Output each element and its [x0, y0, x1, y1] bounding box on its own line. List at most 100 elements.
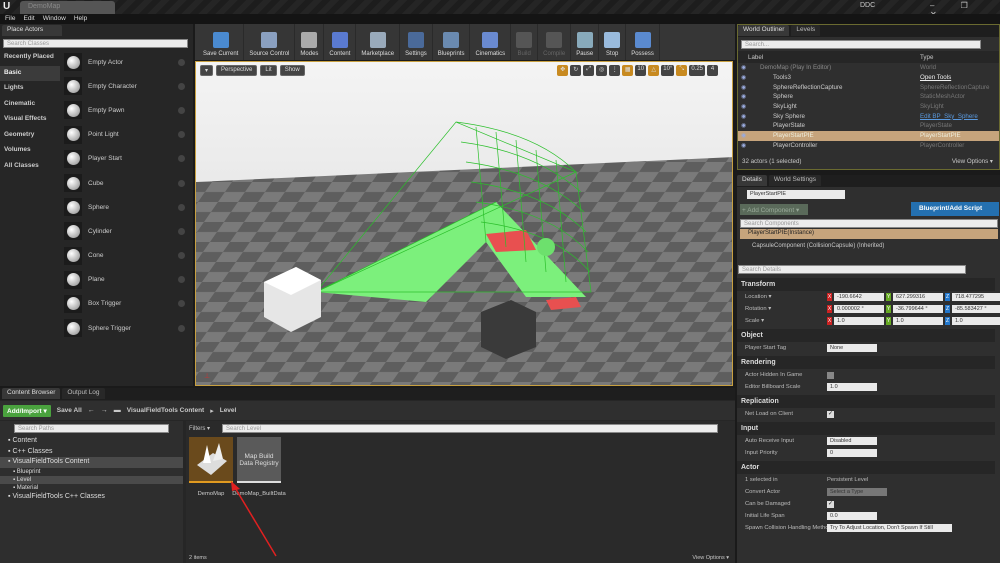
visibility-eye-icon[interactable]: ◉	[738, 142, 750, 149]
help-icon[interactable]	[178, 203, 185, 211]
save-all-button[interactable]: Save All	[57, 407, 82, 414]
help-icon[interactable]	[178, 300, 185, 308]
folder-tree-item[interactable]: ▪ Material	[0, 484, 183, 492]
category-volumes[interactable]: Volumes	[0, 143, 60, 159]
help-icon[interactable]	[178, 58, 185, 66]
outliner-row-type[interactable]: Edit BP_Sky_Sphere	[920, 113, 978, 120]
outliner-row[interactable]: ◉ SkyLight SkyLight	[738, 102, 999, 112]
spawn-collision-dropdown[interactable]: Try To Adjust Location, Don't Spawn If S…	[827, 524, 952, 539]
outliner-row[interactable]: ◉ Sky Sphere Edit BP_Sky_Sphere	[738, 111, 999, 121]
actor-item[interactable]: Cone	[61, 244, 191, 268]
visibility-eye-icon[interactable]: ◉	[738, 113, 750, 120]
outliner-row[interactable]: ◉ PlayerController PlayerController	[738, 141, 999, 151]
camera-speed[interactable]: 4	[707, 65, 718, 76]
rotation-z[interactable]: -85.583427 °	[952, 305, 1000, 313]
rotation-snap-icon[interactable]: △	[648, 65, 660, 76]
filters-button[interactable]: Filters ▾	[189, 425, 210, 432]
section-input[interactable]: Input	[737, 422, 995, 435]
help-icon[interactable]	[178, 252, 185, 260]
category-lights[interactable]: Lights	[0, 81, 60, 97]
toolbar-settings-button[interactable]: Settings	[400, 24, 433, 60]
toolbar-stop-button[interactable]: Stop	[599, 24, 627, 60]
player-start-tag-input[interactable]: None	[827, 344, 877, 352]
category-visual-effects[interactable]: Visual Effects	[0, 112, 60, 128]
toolbar-blueprints-button[interactable]: Blueprints	[433, 24, 471, 60]
location-label[interactable]: Location ▾	[745, 294, 771, 300]
map-tab[interactable]: DemoMap	[20, 1, 115, 14]
help-icon[interactable]	[178, 106, 185, 114]
actor-item[interactable]: Cylinder	[61, 219, 191, 243]
world-local-icon[interactable]: ◎	[596, 65, 608, 76]
back-icon[interactable]: ←	[88, 407, 95, 414]
outliner-row-type[interactable]: Open Tools	[920, 74, 951, 81]
blueprint-add-script-button[interactable]: Blueprint/Add Script	[911, 202, 999, 216]
scale-snap-value[interactable]: 0.25	[689, 65, 705, 76]
category-recently-placed[interactable]: Recently Placed	[0, 50, 60, 66]
scale-label[interactable]: Scale ▾	[745, 318, 764, 324]
search-level-input[interactable]: Search Level	[222, 424, 718, 433]
visibility-eye-icon[interactable]: ◉	[738, 64, 750, 71]
outliner-search-input[interactable]: Search...	[741, 40, 981, 49]
menu-edit[interactable]: Edit	[23, 14, 34, 24]
visibility-eye-icon[interactable]: ◉	[738, 84, 750, 91]
actor-item[interactable]: Point Light	[61, 123, 191, 147]
toolbar-save-current-button[interactable]: Save Current	[198, 24, 245, 60]
translate-icon[interactable]: ✥	[557, 65, 569, 76]
perspective-button[interactable]: Perspective	[216, 65, 258, 76]
breadcrumb-content[interactable]: VisualFieldTools Content	[127, 407, 204, 414]
menu-window[interactable]: Window	[43, 14, 66, 24]
menu-file[interactable]: File	[5, 14, 15, 24]
outliner-row[interactable]: ◉ SphereReflectionCapture SphereReflection…	[738, 82, 999, 92]
search-components-input[interactable]: Search Components	[740, 219, 998, 228]
outliner-row[interactable]: ◉ Sphere StaticMeshActor	[738, 92, 999, 102]
viewport-menu-button[interactable]: ▾	[200, 65, 214, 76]
toolbar-cinematics-button[interactable]: Cinematics	[470, 24, 512, 60]
column-label[interactable]: Label	[748, 54, 763, 61]
can-be-damaged-checkbox[interactable]: ✓	[827, 500, 834, 508]
rotation-label[interactable]: Rotation ▾	[745, 306, 771, 312]
column-type[interactable]: Type	[920, 54, 933, 61]
convert-actor-dropdown[interactable]: Select a Type	[827, 488, 887, 496]
search-details-input[interactable]: Search Details	[738, 265, 966, 274]
input-priority-input[interactable]: 0	[827, 449, 877, 457]
actor-item[interactable]: Empty Pawn	[61, 98, 191, 122]
section-actor[interactable]: Actor	[737, 461, 995, 474]
scale-y[interactable]: 1.0	[893, 317, 943, 325]
show-button[interactable]: Show	[279, 65, 305, 76]
section-transform[interactable]: Transform	[737, 278, 995, 291]
section-rendering[interactable]: Rendering	[737, 356, 995, 369]
rotate-icon[interactable]: ↻	[570, 65, 582, 76]
actor-item[interactable]: Box Trigger	[61, 292, 191, 316]
search-paths-input[interactable]: Search Paths	[14, 424, 169, 433]
section-object[interactable]: Object	[737, 329, 995, 342]
view-options-button[interactable]: View Options ▾	[952, 158, 993, 165]
help-icon[interactable]	[178, 82, 185, 90]
grid-snap-icon[interactable]: ▦	[622, 65, 634, 76]
tab-place-actors[interactable]: Place Actors	[2, 25, 62, 36]
lit-button[interactable]: Lit	[260, 65, 277, 76]
actor-item[interactable]: Cube	[61, 171, 191, 195]
toolbar-pause-button[interactable]: Pause	[571, 24, 600, 60]
actor-name-input[interactable]: PlayerStartPIE	[747, 190, 845, 199]
category-cinematic[interactable]: Cinematic	[0, 97, 60, 113]
tab-world-outliner[interactable]: World Outliner	[738, 25, 790, 36]
toolbar-build-button[interactable]: Build	[511, 24, 539, 60]
search-classes-input[interactable]: Search Classes	[3, 39, 188, 48]
category-basic[interactable]: Basic	[0, 65, 60, 81]
actor-item[interactable]: Player Start	[61, 147, 191, 171]
add-import-button[interactable]: Add/Import ▾	[3, 404, 51, 417]
visibility-eye-icon[interactable]: ◉	[738, 93, 750, 100]
asset-builtdata-thumbnail[interactable]: Map Build Data Registry	[237, 437, 281, 483]
actor-item[interactable]: Sphere Trigger	[61, 316, 191, 340]
toolbar-possess-button[interactable]: Possess	[626, 24, 660, 60]
folder-tree-item[interactable]: ▪ VisualFieldTools C++ Classes	[0, 492, 183, 503]
menu-help[interactable]: Help	[74, 14, 87, 24]
help-icon[interactable]	[178, 155, 185, 163]
folder-tree-item[interactable]: ▪ VisualFieldTools Content	[0, 457, 183, 468]
actor-item[interactable]: Empty Character	[61, 74, 191, 98]
tab-output-log[interactable]: Output Log	[62, 388, 105, 399]
category-all-classes[interactable]: All Classes	[0, 159, 60, 175]
billboard-scale-input[interactable]: 1.0	[827, 383, 877, 391]
location-y[interactable]: 627.299316	[893, 293, 943, 301]
help-icon[interactable]	[178, 131, 185, 139]
